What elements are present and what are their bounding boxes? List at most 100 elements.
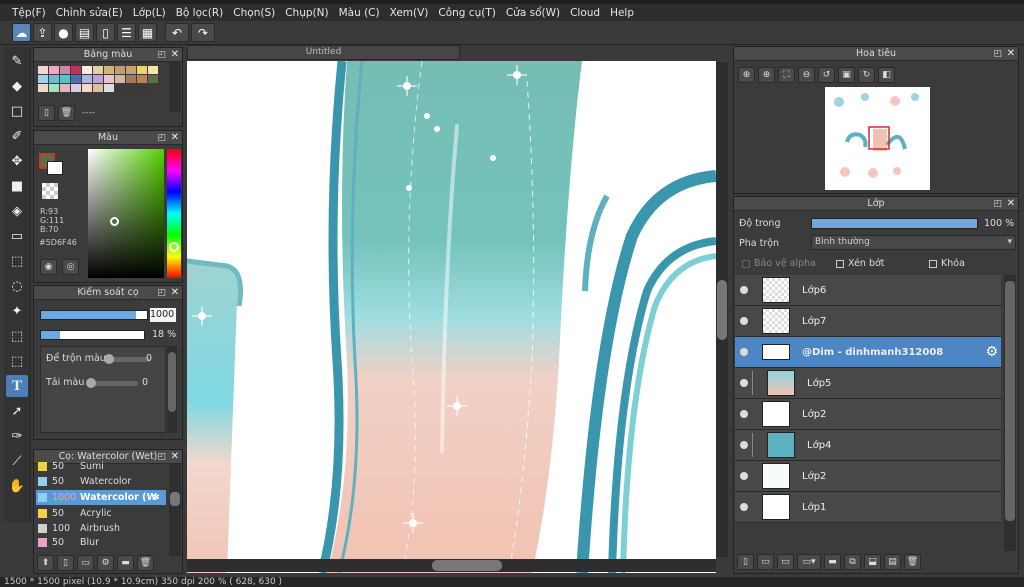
brush-tool-icon[interactable]: ✐: [6, 125, 28, 147]
new-layer-1bit-icon[interactable]: ▭: [777, 554, 794, 570]
brush-item[interactable]: 100 Airbrush: [36, 521, 166, 536]
fill-rect-tool-icon[interactable]: ■: [6, 175, 28, 197]
menu-view[interactable]: Xem(V): [390, 7, 429, 19]
zoom-out-icon[interactable]: ⊖: [798, 67, 815, 83]
layer-menu-icon[interactable]: ▤: [884, 554, 901, 570]
new-layer-icon[interactable]: ▯: [737, 554, 754, 570]
list-icon[interactable]: ☰: [117, 23, 136, 42]
menu-help[interactable]: Help: [610, 7, 634, 19]
hue-bar[interactable]: [167, 149, 181, 278]
lock-checkbox[interactable]: Khóa: [929, 258, 965, 269]
rotate-left-icon[interactable]: ↺: [818, 67, 835, 83]
bucket-tool-icon[interactable]: ◈: [6, 200, 28, 222]
brush-delete-icon[interactable]: 🗑: [137, 555, 154, 571]
color-swatches[interactable]: [38, 66, 182, 92]
close-icon[interactable]: ✕: [1007, 47, 1015, 61]
blend-slider[interactable]: [104, 354, 150, 364]
marquee-tool-icon[interactable]: ⬚: [6, 250, 28, 272]
brush-list-scrollbar[interactable]: [169, 464, 181, 556]
layer-list-scrollbar[interactable]: [1004, 275, 1016, 551]
duplicate-layer-icon[interactable]: ⧉: [844, 554, 861, 570]
dilution-slider[interactable]: [86, 378, 138, 388]
delete-palette-icon[interactable]: 🗑: [58, 105, 75, 121]
flip-icon[interactable]: ◧: [878, 67, 895, 83]
select-pen-tool-icon[interactable]: ⬚: [6, 325, 28, 347]
brush-copy-icon[interactable]: ▭: [77, 555, 94, 571]
eye-icon[interactable]: [740, 379, 748, 387]
layer-row[interactable]: Lớp2: [735, 461, 1001, 492]
color-mix-icon[interactable]: ◎: [62, 259, 79, 275]
new-layer-8bit-icon[interactable]: ▭: [757, 554, 774, 570]
layer-row[interactable]: Lớp4: [735, 430, 1001, 461]
eye-icon[interactable]: [740, 472, 748, 480]
blend-mode-select[interactable]: Bình thường ▾: [811, 235, 1016, 250]
brush-folder-icon[interactable]: ▬: [117, 555, 134, 571]
drawing-canvas[interactable]: [187, 47, 728, 577]
canvas-horizontal-scrollbar[interactable]: [187, 559, 716, 572]
document-icon[interactable]: ▯: [96, 23, 115, 42]
hand-tool-icon[interactable]: ✋: [6, 475, 28, 497]
brush-new-icon[interactable]: ▯: [57, 555, 74, 571]
brush-add-icon[interactable]: ⬆: [37, 555, 54, 571]
clipping-checkbox[interactable]: Xén bớt: [836, 258, 885, 269]
layer-row[interactable]: Lớp5: [735, 368, 1001, 399]
canvas-vertical-scrollbar[interactable]: [716, 62, 728, 557]
cloud-icon[interactable]: ☁: [12, 23, 31, 42]
color-square[interactable]: [88, 149, 164, 278]
eraser-tool-icon[interactable]: ◆: [6, 75, 28, 97]
zoom-plus-icon[interactable]: ⊕: [758, 67, 775, 83]
layer-row[interactable]: Lớp2: [735, 399, 1001, 430]
color-wheel-icon[interactable]: ◉: [40, 259, 57, 275]
eye-icon[interactable]: [740, 348, 748, 356]
divide-tool-icon[interactable]: ✑: [6, 425, 28, 447]
layer-row-selected[interactable]: @Dim - dinhmanh312008 ⚙: [735, 337, 1001, 368]
close-icon[interactable]: ✕: [1007, 197, 1015, 211]
close-icon[interactable]: ✕: [171, 450, 179, 464]
rotate-right-icon[interactable]: ↻: [858, 67, 875, 83]
zoom-in-icon[interactable]: ⊕: [738, 67, 755, 83]
move-tool-icon[interactable]: ✥: [6, 150, 28, 172]
eyedropper-tool-icon[interactable]: ⟋: [6, 450, 28, 472]
eye-icon[interactable]: [740, 441, 748, 449]
layer-settings-gear-icon[interactable]: ⚙: [985, 344, 998, 360]
brush-item[interactable]: 50 Acrylic: [36, 506, 166, 521]
gradient-tool-icon[interactable]: ▭: [6, 225, 28, 247]
close-icon[interactable]: ✕: [171, 48, 179, 62]
eye-icon[interactable]: [740, 503, 748, 511]
brush-gear-icon[interactable]: ✻: [152, 492, 160, 503]
menu-capture[interactable]: Chụp(N): [285, 7, 328, 19]
menu-edit[interactable]: Chỉnh sửa(E): [56, 7, 123, 19]
palette-scrollbar[interactable]: [169, 62, 181, 112]
transparent-color-swatch[interactable]: [42, 183, 58, 199]
close-icon[interactable]: ✕: [171, 131, 179, 145]
brush-settings-icon[interactable]: ⚙: [97, 555, 114, 571]
brush-size-value[interactable]: 1000: [150, 308, 176, 322]
merge-layer-icon[interactable]: ⬓: [864, 554, 881, 570]
new-folder-icon[interactable]: ▬: [824, 554, 841, 570]
operation-tool-icon[interactable]: ➚: [6, 400, 28, 422]
brush-control-scrollbar[interactable]: [167, 346, 177, 433]
navigator-preview[interactable]: [825, 87, 930, 190]
menu-select[interactable]: Chọn(S): [233, 7, 275, 19]
menu-cloud[interactable]: Cloud: [570, 7, 600, 19]
select-eraser-tool-icon[interactable]: ⬚: [6, 350, 28, 372]
brush-item[interactable]: 50 Blur: [36, 537, 166, 548]
menu-window[interactable]: Cửa sổ(W): [506, 7, 560, 19]
layer-row[interactable]: Lớp7: [735, 306, 1001, 337]
fit-view-icon[interactable]: ⛶: [778, 67, 795, 83]
layer-row[interactable]: Lớp6: [735, 275, 1001, 306]
menu-layer[interactable]: Lớp(L): [133, 7, 166, 19]
layer-opacity-slider[interactable]: [811, 218, 978, 229]
menu-filter[interactable]: Bộ lọc(R): [176, 7, 224, 19]
brush-opacity-slider[interactable]: [40, 330, 145, 340]
menu-file[interactable]: Tệp(F): [12, 7, 46, 19]
eye-icon[interactable]: [740, 410, 748, 418]
close-icon[interactable]: ✕: [171, 286, 179, 300]
layer-row[interactable]: Lớp1: [735, 492, 1001, 523]
protect-alpha-checkbox[interactable]: Bảo vệ alpha: [742, 258, 816, 269]
text-tool-icon[interactable]: T: [6, 375, 28, 397]
menu-tools[interactable]: Công cụ(T): [438, 7, 495, 19]
menu-color[interactable]: Màu (C): [339, 7, 380, 19]
comment-icon[interactable]: ●: [54, 23, 73, 42]
redo-icon[interactable]: ↷: [191, 23, 215, 42]
